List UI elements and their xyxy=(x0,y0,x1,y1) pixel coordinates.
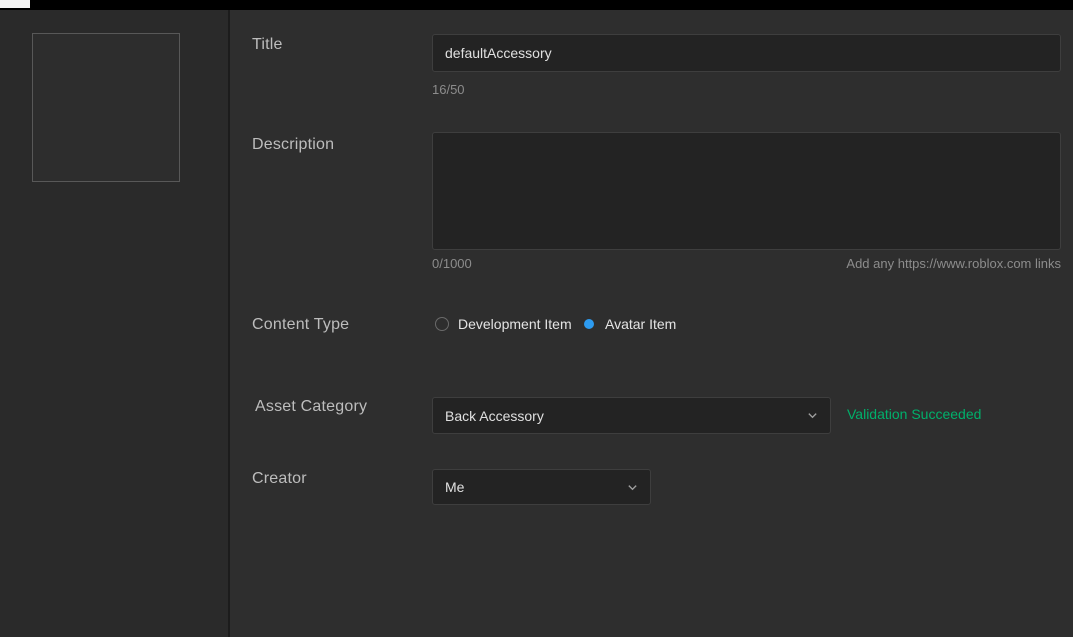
chevron-down-icon xyxy=(627,482,638,493)
radio-avatar-item-label: Avatar Item xyxy=(605,316,676,332)
creator-label: Creator xyxy=(252,470,307,488)
validation-status: Validation Succeeded xyxy=(847,406,981,422)
asset-thumbnail xyxy=(32,33,180,182)
radio-development-item-label: Development Item xyxy=(458,316,572,332)
description-label: Description xyxy=(252,136,334,154)
creator-select[interactable]: Me xyxy=(432,469,651,505)
asset-category-value: Back Accessory xyxy=(445,408,544,424)
creator-value: Me xyxy=(445,479,464,495)
title-label: Title xyxy=(252,36,283,54)
chevron-down-icon xyxy=(807,410,818,421)
description-links-hint: Add any https://www.roblox.com links xyxy=(661,256,1061,271)
title-input[interactable] xyxy=(432,34,1061,72)
asset-config-form: Title 16/50 Description 0/1000 Add any h… xyxy=(230,10,1073,637)
radio-avatar-item[interactable]: Avatar Item xyxy=(582,316,676,332)
radio-development-item[interactable]: Development Item xyxy=(435,316,572,332)
preview-panel xyxy=(0,10,228,637)
description-input[interactable] xyxy=(432,132,1061,250)
publish-asset-screen: Title 16/50 Description 0/1000 Add any h… xyxy=(0,0,1073,637)
asset-category-select[interactable]: Back Accessory xyxy=(432,397,831,434)
title-char-counter: 16/50 xyxy=(432,82,465,97)
description-char-counter: 0/1000 xyxy=(432,256,472,271)
asset-category-label: Asset Category xyxy=(255,398,367,416)
content-type-label: Content Type xyxy=(252,316,349,334)
window-control-fragment xyxy=(0,0,30,8)
window-top-bar xyxy=(0,0,1073,10)
radio-circle-icon xyxy=(435,317,449,331)
radio-selected-dot-icon xyxy=(584,319,594,329)
